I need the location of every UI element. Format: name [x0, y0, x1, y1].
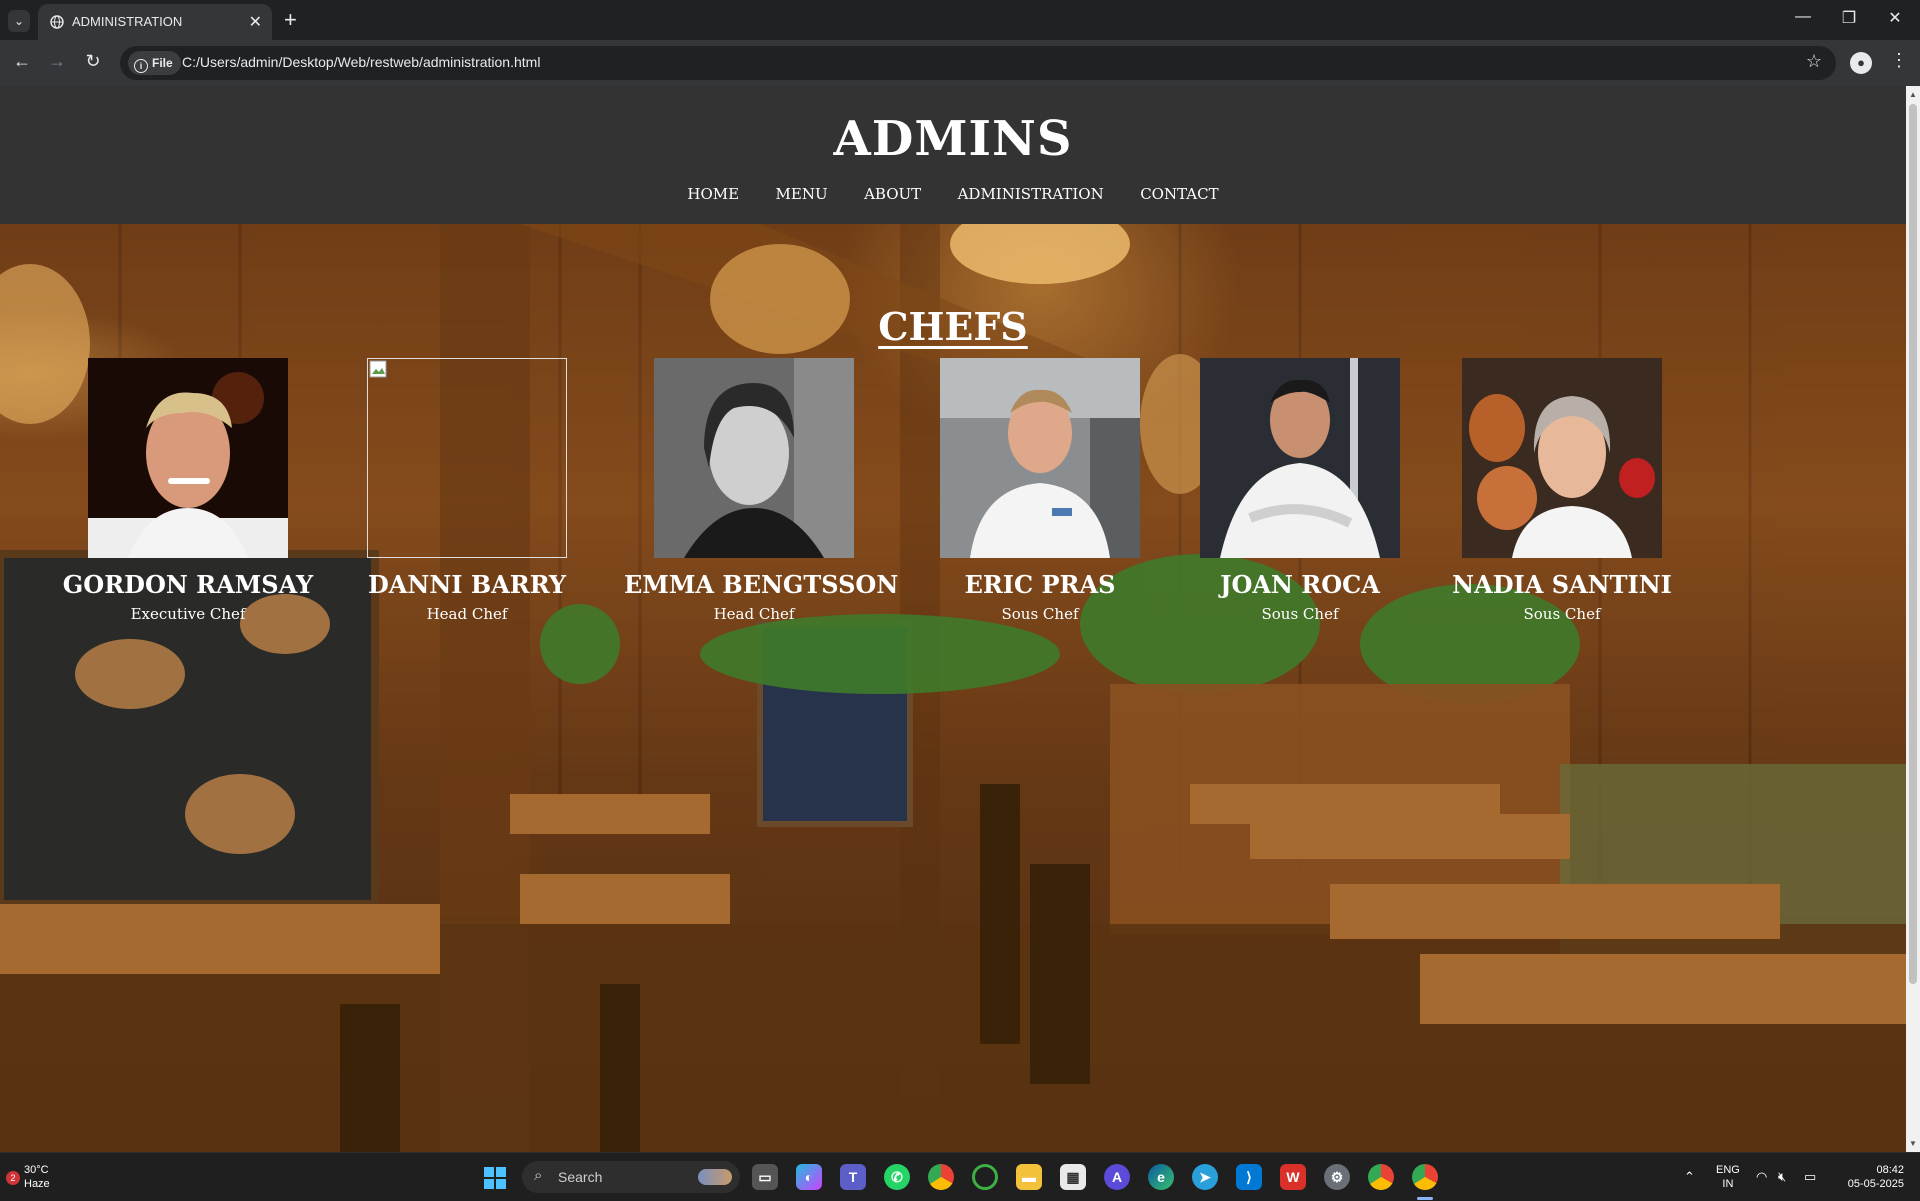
address-bar[interactable]: i File C:/Users/admin/Desktop/Web/restweb… — [120, 46, 1836, 80]
chef-card: GORDON RAMSAY Executive Chef — [58, 358, 318, 623]
url-text[interactable]: C:/Users/admin/Desktop/Web/restweb/admin… — [182, 54, 540, 70]
star-icon[interactable]: ☆ — [1806, 51, 1822, 72]
scroll-down-icon[interactable]: ▼ — [1909, 1139, 1917, 1148]
tab-search-button[interactable]: ⌄ — [8, 10, 30, 32]
tab-title: ADMINISTRATION — [72, 14, 183, 29]
chefs-section: CHEFS GORDON RAMSAY Executive Chef DANNI… — [0, 224, 1906, 1152]
taskbar: 2 30°C Haze ⌕ Search ▭ ◐ T ✆ ▬ ▦ A e ➤ ⟩… — [0, 1152, 1920, 1201]
taskbar-search[interactable]: ⌕ Search — [522, 1161, 740, 1193]
chef-card: ERIC PRAS Sous Chef — [910, 358, 1170, 623]
windows-icon[interactable] — [484, 1167, 506, 1189]
chef-card: NADIA SANTINI Sous Chef — [1432, 358, 1692, 623]
chef-name: NADIA SANTINI — [1452, 570, 1672, 599]
forward-icon[interactable]: → — [45, 51, 69, 72]
clock-time: 08:42 — [1876, 1164, 1904, 1176]
url-chip-label: File — [152, 56, 173, 70]
page-scrollbar[interactable]: ▲ ▼ — [1906, 86, 1920, 1152]
chef-name: GORDON RAMSAY — [62, 570, 314, 599]
tab-strip: ⌄ ADMINISTRATION ✕ + — ❐ ✕ — [0, 0, 1920, 40]
page-viewport: ADMINS HOME MENU ABOUT ADMINISTRATION CO… — [0, 86, 1906, 1152]
chef-role: Sous Chef — [1001, 605, 1079, 623]
weather-condition: Haze — [24, 1178, 50, 1190]
reload-icon[interactable]: ↻ — [81, 51, 105, 72]
page-title: ADMINS — [833, 111, 1073, 167]
chef-photo — [88, 358, 288, 558]
clock-date: 05-05-2025 — [1847, 1178, 1904, 1190]
plus-icon[interactable]: + — [284, 7, 297, 33]
chef-card: DANNI BARRY Head Chef — [337, 358, 597, 623]
nav-about[interactable]: ABOUT — [864, 185, 921, 203]
window-close-icon[interactable]: ✕ — [1880, 8, 1910, 28]
wifi-icon[interactable]: ◠ — [1756, 1169, 1767, 1185]
teams-icon[interactable]: T — [840, 1164, 866, 1190]
info-icon: i — [134, 59, 148, 73]
site-info-chip[interactable]: i File — [128, 51, 181, 75]
task-view-icon[interactable]: ▭ — [752, 1164, 778, 1190]
chef-role: Head Chef — [426, 605, 508, 623]
chef-role: Sous Chef — [1523, 605, 1601, 623]
file-explorer-icon[interactable]: ▬ — [1016, 1164, 1042, 1190]
menu-icon[interactable]: ⋮ — [1890, 50, 1908, 71]
weather-temperature: 30°C — [24, 1164, 49, 1176]
chrome-profile-icon[interactable] — [1368, 1164, 1394, 1190]
chef-photo — [940, 358, 1140, 558]
globe-icon — [50, 15, 64, 29]
chef-name: JOAN ROCA — [1220, 570, 1380, 599]
clock[interactable]: 08:42 05-05-2025 — [1836, 1163, 1904, 1191]
scroll-thumb[interactable] — [1909, 104, 1917, 984]
settings-icon[interactable]: ⚙ — [1324, 1164, 1350, 1190]
section-title: CHEFS — [878, 303, 1028, 349]
scroll-up-icon[interactable]: ▲ — [1909, 90, 1917, 99]
chrome-active-icon[interactable] — [1412, 1164, 1438, 1190]
app-icon[interactable]: A — [1104, 1164, 1130, 1190]
site-nav: HOME MENU ABOUT ADMINISTRATION CONTACT — [0, 185, 1906, 204]
chef-photo — [1462, 358, 1662, 558]
volume-muted-icon[interactable]: 🔇︎ — [1778, 1169, 1786, 1185]
back-icon[interactable]: ← — [10, 51, 34, 72]
search-highlight-icon — [698, 1169, 732, 1185]
chef-role: Executive Chef — [130, 605, 246, 623]
active-tab[interactable]: ADMINISTRATION ✕ — [38, 4, 272, 40]
profile-icon[interactable]: ● — [1850, 52, 1872, 74]
telegram-icon[interactable]: ➤ — [1192, 1164, 1218, 1190]
chef-photo — [654, 358, 854, 558]
chef-name: EMMA BENGTSSON — [624, 570, 899, 599]
whatsapp-icon[interactable]: ✆ — [884, 1164, 910, 1190]
restore-icon[interactable]: ❐ — [1834, 8, 1864, 28]
chef-card: JOAN ROCA Sous Chef — [1170, 358, 1430, 623]
vscode-icon[interactable]: ⟩ — [1236, 1164, 1262, 1190]
broken-image-icon — [367, 358, 567, 558]
browser-toolbar: ← → ↻ i File C:/Users/admin/Desktop/Web/r… — [0, 40, 1920, 86]
language-region: IN — [1722, 1178, 1734, 1190]
chef-role: Sous Chef — [1261, 605, 1339, 623]
nav-menu[interactable]: MENU — [776, 185, 828, 203]
nav-home[interactable]: HOME — [687, 185, 739, 203]
copilot-icon[interactable]: ◐ — [796, 1164, 822, 1190]
minimize-icon[interactable]: — — [1788, 8, 1818, 26]
notification-badge: 2 — [6, 1171, 20, 1185]
wps-icon[interactable]: W — [1280, 1164, 1306, 1190]
refresh-app-icon[interactable] — [972, 1164, 998, 1190]
chrome-icon[interactable] — [928, 1164, 954, 1190]
chevron-up-icon[interactable]: ⌃ — [1684, 1169, 1695, 1185]
close-icon[interactable]: ✕ — [249, 12, 262, 32]
chef-role: Head Chef — [713, 605, 795, 623]
chef-name: DANNI BARRY — [367, 570, 567, 599]
chef-photo — [1200, 358, 1400, 558]
language-code: ENG — [1716, 1164, 1740, 1176]
language-indicator[interactable]: ENG IN — [1716, 1163, 1740, 1191]
chef-card: EMMA BENGTSSON Head Chef — [624, 358, 899, 623]
site-header: ADMINS HOME MENU ABOUT ADMINISTRATION CO… — [0, 86, 1906, 224]
chef-name: ERIC PRAS — [964, 570, 1116, 599]
edge-icon[interactable]: e — [1148, 1164, 1174, 1190]
chevron-down-icon: ⌄ — [13, 14, 25, 28]
store-icon[interactable]: ▦ — [1060, 1164, 1086, 1190]
search-label: Search — [558, 1169, 603, 1185]
nav-contact[interactable]: CONTACT — [1140, 185, 1218, 203]
search-icon: ⌕ — [534, 1167, 543, 1184]
battery-icon[interactable]: ▭ — [1804, 1169, 1816, 1185]
nav-administration[interactable]: ADMINISTRATION — [958, 185, 1104, 203]
